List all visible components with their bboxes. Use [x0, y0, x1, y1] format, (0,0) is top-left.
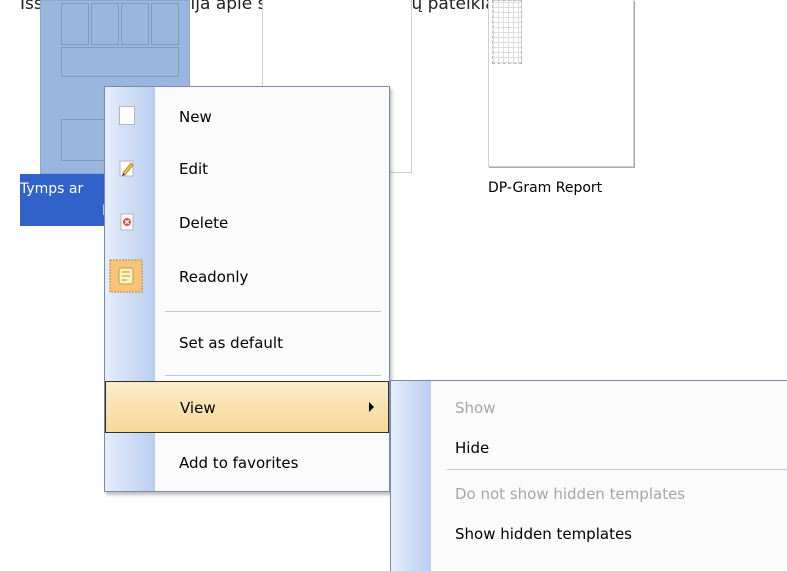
submenu-item-hide[interactable]: Hide	[455, 439, 489, 457]
menu-item-label: Edit	[179, 160, 209, 178]
menu-separator	[165, 311, 381, 312]
menu-item-label: View	[180, 399, 216, 417]
readonly-lock-icon	[109, 259, 143, 293]
menu-item-label: New	[179, 108, 212, 126]
dp-gram-report-label[interactable]: DP-Gram Report	[488, 180, 602, 196]
submenu-item-do-not-show-hidden: Do not show hidden templates	[455, 485, 686, 503]
submenu-item-show-hidden[interactable]: Show hidden templates	[455, 525, 632, 543]
submenu-item-show: Show	[455, 399, 496, 417]
report-preview	[492, 0, 522, 64]
menu-item-label: Delete	[179, 214, 229, 232]
menu-item-readonly[interactable]: Readonly	[105, 251, 389, 303]
menu-item-view[interactable]: View	[105, 381, 389, 433]
delete-icon	[120, 213, 134, 231]
edit-pencil-icon	[119, 160, 134, 177]
menu-item-label: Add to favorites	[179, 454, 299, 472]
menu-separator	[165, 375, 381, 376]
menu-item-delete[interactable]: Delete	[105, 197, 389, 249]
menu-item-new[interactable]: New	[105, 91, 389, 143]
menu-item-label: Readonly	[179, 268, 249, 286]
new-document-icon	[119, 106, 135, 125]
menu-item-edit[interactable]: Edit	[105, 143, 389, 195]
submenu-arrow-icon	[369, 402, 374, 412]
menu-item-set-default[interactable]: Set as default	[105, 317, 389, 369]
submenu-icon-gutter	[391, 381, 431, 571]
view-submenu: Show Hide Do not show hidden templates S…	[390, 380, 787, 571]
submenu-separator	[447, 469, 787, 470]
context-menu: New Edit Delete Readonly Set as default …	[104, 86, 390, 492]
template-thumbnail-dp-gram[interactable]	[488, 0, 634, 167]
menu-item-add-favorites[interactable]: Add to favorites	[105, 437, 389, 489]
menu-item-label: Set as default	[179, 334, 283, 352]
